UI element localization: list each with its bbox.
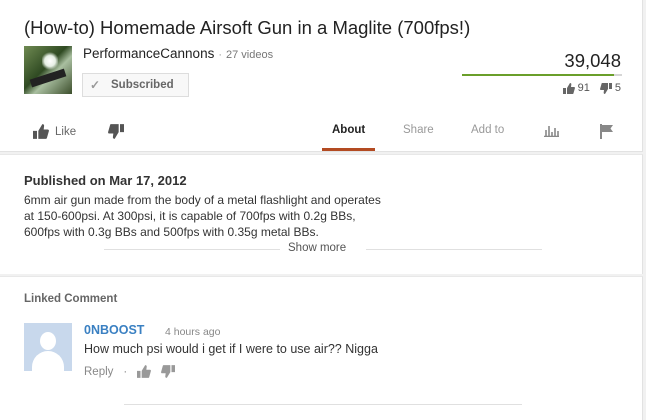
thumbs-down-icon — [108, 124, 124, 139]
channel-name[interactable]: PerformanceCannons — [83, 46, 214, 61]
comment-author[interactable]: 0NBOOST — [84, 323, 144, 337]
dislike-button[interactable] — [108, 124, 124, 139]
dislike-count-value: 5 — [614, 82, 621, 94]
thumbnail-object — [29, 68, 67, 88]
subscribed-label: Subscribed — [111, 79, 174, 91]
like-label: Like — [55, 125, 77, 138]
dot-separator: · — [218, 49, 222, 61]
comment-actions: Reply · — [84, 365, 176, 378]
checkmark-icon: ✓ — [89, 78, 101, 92]
thumbs-up-icon — [33, 124, 49, 139]
show-more-row: Show more — [104, 242, 542, 256]
video-count: 27 videos — [226, 49, 274, 61]
description-line: 6mm air gun made from the body of a meta… — [24, 193, 381, 207]
tab-add-to[interactable]: Add to — [471, 124, 504, 136]
statistics-button[interactable] — [544, 124, 559, 142]
description-line: at 150-600psi. At 300psi, it is capable … — [24, 209, 356, 223]
subscribed-button[interactable]: ✓ Subscribed — [82, 73, 189, 97]
divider-line — [104, 249, 280, 250]
like-ratio-fill — [462, 74, 614, 76]
divider-line — [366, 249, 542, 250]
video-header-card: (How-to) Homemade Airsoft Gun in a Magli… — [0, 0, 643, 152]
show-more-button[interactable]: Show more — [288, 242, 346, 254]
avatar[interactable] — [24, 323, 72, 371]
active-tab-indicator — [322, 148, 375, 151]
like-count-value: 91 — [577, 82, 590, 94]
view-count: 39,048 — [564, 50, 621, 71]
thumbs-up-icon[interactable] — [137, 365, 152, 378]
thumbs-down-icon[interactable] — [161, 365, 176, 378]
action-bar: Like About Share Add to — [0, 116, 643, 152]
dot-separator: · — [123, 365, 128, 378]
linked-comment-heading: Linked Comment — [24, 293, 118, 305]
comment-text: How much psi would i get if I were to us… — [84, 342, 378, 356]
reply-button[interactable]: Reply — [84, 366, 113, 378]
thumbnail-flash — [42, 52, 58, 70]
description-card: Published on Mar 17, 2012 6mm air gun ma… — [0, 154, 643, 274]
channel-thumbnail[interactable] — [24, 46, 72, 94]
like-count: 91 — [562, 82, 590, 94]
channel-info: PerformanceCannons · 27 videos — [83, 46, 273, 61]
video-title: (How-to) Homemade Airsoft Gun in a Magli… — [24, 17, 471, 38]
description-text: 6mm air gun made from the body of a meta… — [24, 192, 424, 240]
statistics-icon — [544, 126, 559, 138]
like-button[interactable]: Like — [33, 124, 76, 139]
comment-timestamp[interactable]: 4 hours ago — [165, 326, 220, 338]
report-button[interactable] — [600, 124, 614, 144]
description-line: 600fps with 0.3g BBs and 500fps with 0.3… — [24, 225, 319, 239]
publish-date: Published on Mar 17, 2012 — [24, 173, 187, 188]
flag-icon — [600, 124, 613, 139]
thumbs-down-icon — [599, 82, 612, 94]
ratings: 91 5 — [562, 82, 621, 94]
thumbs-up-icon — [562, 82, 575, 94]
tab-about[interactable]: About — [332, 124, 365, 136]
tab-share[interactable]: Share — [403, 124, 434, 136]
dislike-count: 5 — [599, 82, 621, 94]
comment-divider — [124, 404, 522, 405]
comments-card: Linked Comment 0NBOOST 4 hours ago How m… — [0, 276, 643, 420]
avatar-body — [32, 351, 64, 371]
like-ratio-bar — [462, 74, 622, 76]
avatar-head — [40, 332, 56, 350]
